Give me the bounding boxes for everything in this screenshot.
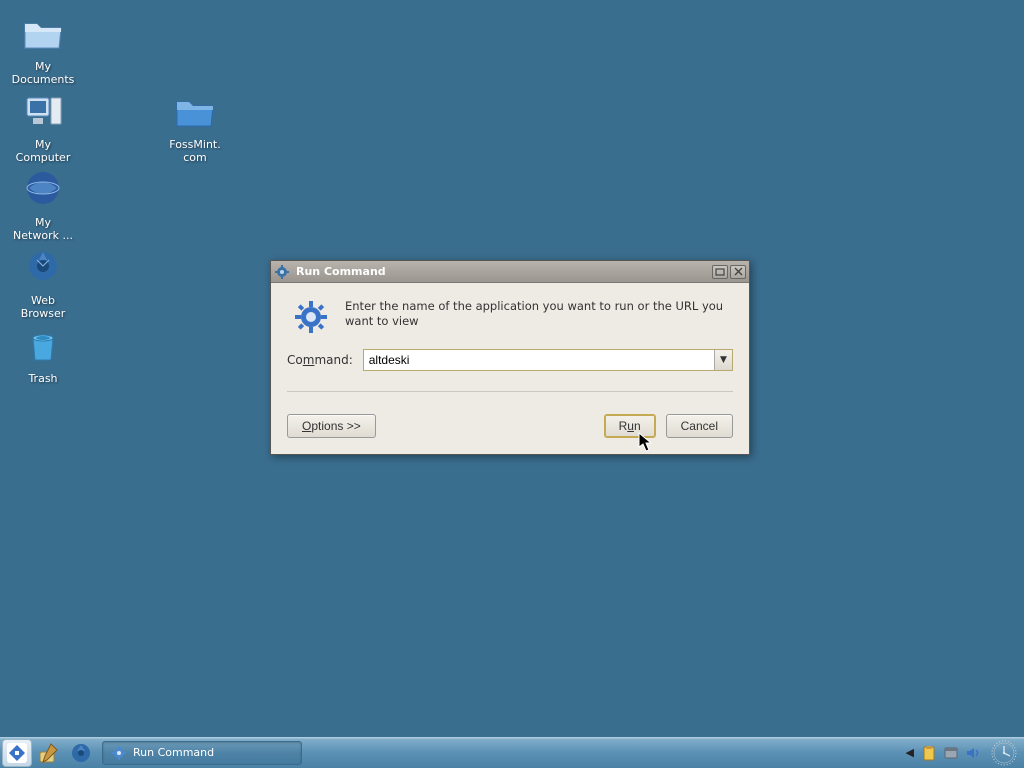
browser-icon [19, 244, 67, 292]
desktop-icon-web-browser[interactable]: WebBrowser [3, 244, 83, 320]
clipboard-icon[interactable] [920, 744, 938, 762]
dialog-separator [287, 391, 733, 392]
options-button[interactable]: Options >> [287, 414, 376, 438]
desktop-icon-my-documents[interactable]: MyDocuments [3, 10, 83, 86]
desktop-icon-label: MyDocuments [12, 60, 75, 86]
gear-icon [293, 299, 329, 335]
maximize-button[interactable] [712, 265, 728, 279]
system-tray: ◀ [904, 739, 1022, 767]
desktop-icon-trash[interactable]: Trash [3, 322, 83, 385]
organizer-icon[interactable] [942, 744, 960, 762]
network-globe-icon [19, 166, 67, 214]
desktop-icon-label: FossMint.com [169, 138, 220, 164]
dialog-titlebar[interactable]: Run Command [271, 261, 749, 283]
dialog-instruction-text: Enter the name of the application you wa… [345, 299, 733, 335]
command-dropdown-button[interactable]: ▼ [714, 350, 732, 370]
dialog-title: Run Command [296, 265, 712, 278]
volume-icon[interactable] [964, 744, 982, 762]
gear-icon [274, 264, 290, 280]
taskbar-item-run-command[interactable]: Run Command [102, 741, 302, 765]
taskbar-item-label: Run Command [133, 746, 214, 759]
konqueror-icon [70, 742, 92, 764]
desktop-icon-my-computer[interactable]: MyComputer [3, 88, 83, 164]
desktop-icon-fossmint[interactable]: FossMint.com [155, 88, 235, 164]
run-command-dialog: Run Command [270, 260, 750, 455]
folder-documents-icon [19, 10, 67, 58]
desktop-icon-label: MyComputer [16, 138, 71, 164]
desktop-icon-label: Trash [28, 372, 57, 385]
start-menu-button[interactable] [2, 739, 32, 767]
close-button[interactable] [730, 265, 746, 279]
quicklaunch-browser[interactable] [66, 739, 96, 767]
command-label: Command: [287, 353, 353, 367]
run-button[interactable]: Run [604, 414, 656, 438]
folder-link-icon [171, 88, 219, 136]
computer-icon [19, 88, 67, 136]
quicklaunch-desktop[interactable] [34, 739, 64, 767]
kmenu-icon [5, 741, 29, 765]
command-input[interactable] [364, 350, 714, 370]
taskbar: Run Command ◀ [0, 736, 1024, 768]
desktop-icon-my-network[interactable]: MyNetwork ... [3, 166, 83, 242]
desktop-icon-label: MyNetwork ... [13, 216, 73, 242]
gear-icon [111, 745, 127, 761]
desktop-icon-label: WebBrowser [21, 294, 66, 320]
trash-icon [19, 322, 67, 370]
cancel-button[interactable]: Cancel [666, 414, 733, 438]
tray-collapse-arrow[interactable]: ◀ [904, 746, 916, 759]
clock-icon[interactable] [990, 739, 1018, 767]
pencil-desktop-icon [37, 742, 61, 764]
